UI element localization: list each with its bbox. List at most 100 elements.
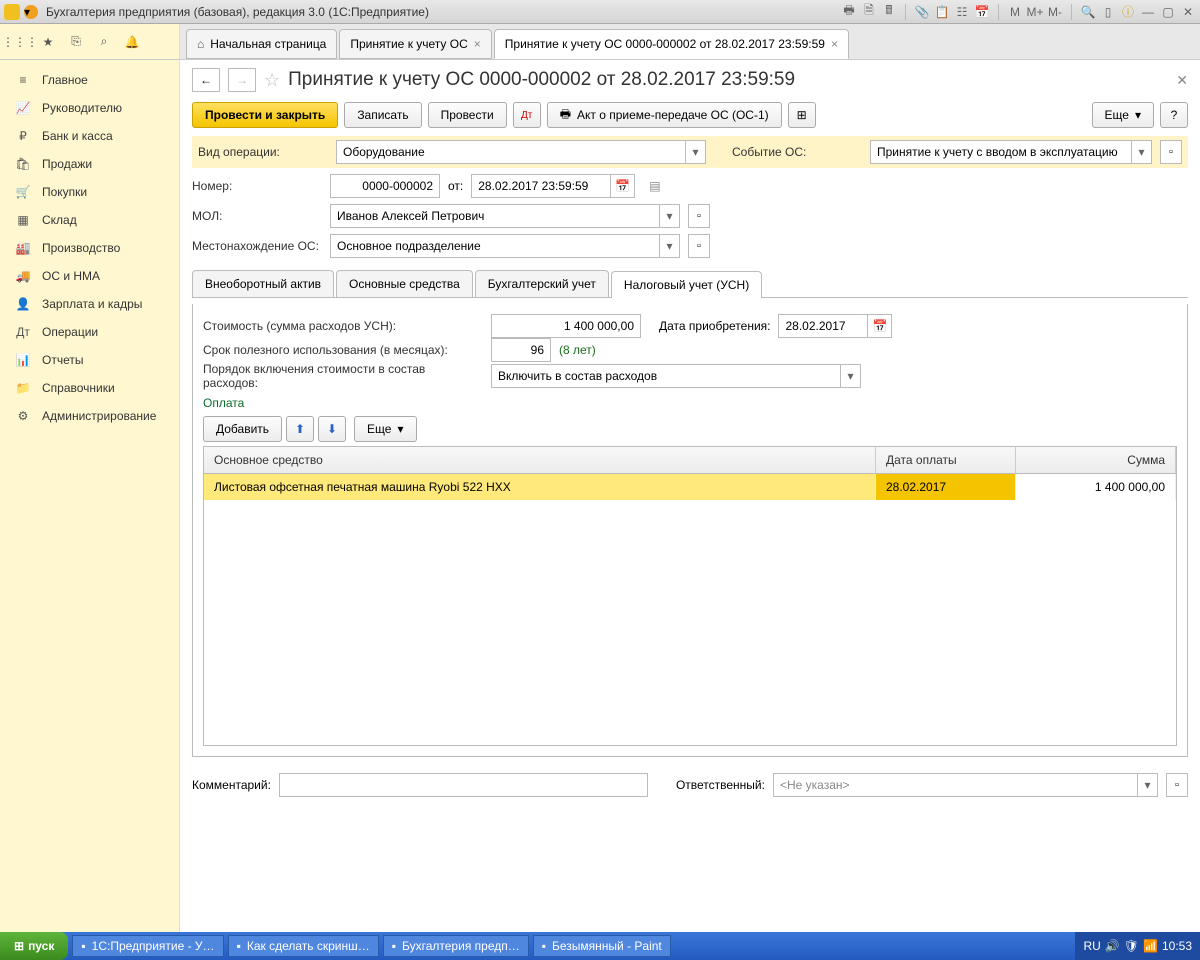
help-button[interactable]: ? — [1160, 102, 1188, 128]
form-tab[interactable]: Внеоборотный актив — [192, 270, 334, 297]
approve-close-button[interactable]: Провести и закрыть — [192, 102, 338, 128]
titlebar-icon[interactable]: ☷ — [954, 4, 970, 20]
panel-icon[interactable]: ▯ — [1100, 4, 1116, 20]
start-button[interactable]: ⊞ пуск — [0, 932, 68, 960]
zoom-icon[interactable]: 🔍 — [1080, 4, 1096, 20]
tab-doc-list[interactable]: Принятие к учету ОС × — [339, 29, 491, 59]
page-close-icon[interactable]: ✕ — [1176, 72, 1188, 89]
input-number[interactable] — [330, 174, 440, 198]
open-mol-button[interactable]: ▫ — [688, 204, 710, 228]
help-icon[interactable]: ⓘ — [1120, 4, 1136, 20]
open-location-button[interactable]: ▫ — [688, 234, 710, 258]
input-acq-date[interactable]: 📅 — [778, 314, 892, 338]
open-responsible-button[interactable]: ▫ — [1166, 773, 1188, 797]
table-more-button[interactable]: Еще ▾ — [354, 416, 416, 442]
taskbar-task[interactable]: ▪Как сделать скринш… — [228, 935, 379, 957]
form-tab[interactable]: Налоговый учет (УСН) — [611, 271, 762, 298]
clock[interactable]: 10:53 — [1162, 939, 1192, 953]
input-useful-life[interactable] — [491, 338, 551, 362]
sidebar-item[interactable]: ≡Главное — [0, 66, 179, 94]
taskbar-task[interactable]: ▪Безымянный - Paint — [533, 935, 671, 957]
tab-doc-current[interactable]: Принятие к учету ОС 0000-000002 от 28.02… — [494, 29, 849, 59]
sidebar-item[interactable]: 🏭Производство — [0, 234, 179, 262]
spreadsheet-icon[interactable]: ▤ — [649, 179, 660, 193]
window-menu-icon[interactable]: ▾ — [24, 5, 38, 19]
approve-button[interactable]: Провести — [428, 102, 507, 128]
titlebar-icon[interactable]: 🖶 — [841, 4, 857, 20]
sidebar-item[interactable]: ₽Банк и касса — [0, 122, 179, 150]
cell-pay-date[interactable]: 28.02.2017 — [876, 474, 1016, 500]
sidebar-item[interactable]: ⚙Администрирование — [0, 402, 179, 430]
select-responsible[interactable]: <Не указан> ▾ — [773, 773, 1158, 797]
calendar-icon[interactable]: 📅 — [974, 4, 990, 20]
maximize-icon[interactable]: ▢ — [1160, 4, 1176, 20]
tray-icon[interactable]: 🔊 — [1105, 939, 1120, 953]
tray-icon[interactable]: 🛡 — [1124, 939, 1139, 953]
move-down-button[interactable]: ⬇ — [318, 416, 346, 442]
grid-row[interactable]: Листовая офсетная печатная машина Ryobi … — [204, 474, 1176, 500]
chevron-down-icon[interactable]: ▾ — [1131, 141, 1151, 163]
search-icon[interactable]: ⌕ — [94, 32, 114, 52]
close-icon[interactable]: ✕ — [1180, 4, 1196, 20]
memory-mminus[interactable]: M- — [1047, 4, 1063, 20]
chevron-down-icon[interactable]: ▾ — [659, 205, 679, 227]
apps-icon[interactable]: ⋮⋮⋮ — [10, 32, 30, 52]
form-tab[interactable]: Основные средства — [336, 270, 473, 297]
nav-forward-button[interactable]: → — [228, 68, 256, 92]
memory-mplus[interactable]: M+ — [1027, 4, 1043, 20]
taskbar-task[interactable]: ▪Бухгалтерия предп… — [383, 935, 529, 957]
taskbar-task[interactable]: ▪1С:Предприятие - У… — [72, 935, 223, 957]
bell-icon[interactable]: 🔔 — [122, 32, 142, 52]
minimize-icon[interactable]: — — [1140, 4, 1156, 20]
structure-button[interactable]: ⊞ — [788, 102, 816, 128]
nav-back-button[interactable]: ← — [192, 68, 220, 92]
input-date[interactable]: 📅 — [471, 174, 635, 198]
sidebar-item[interactable]: ДтОперации — [0, 318, 179, 346]
tab-close-icon[interactable]: × — [474, 37, 481, 51]
col-pay-date[interactable]: Дата оплаты — [876, 447, 1016, 473]
col-sum[interactable]: Сумма — [1016, 447, 1176, 473]
open-event-button[interactable]: ▫ — [1160, 140, 1182, 164]
more-button[interactable]: Еще ▾ — [1092, 102, 1154, 128]
sidebar-item[interactable]: 📁Справочники — [0, 374, 179, 402]
copy-icon[interactable]: ⎘ — [66, 32, 86, 52]
star-icon[interactable]: ★ — [38, 32, 58, 52]
favorite-icon[interactable]: ☆ — [264, 70, 280, 91]
sidebar-item[interactable]: 🛒Покупки — [0, 178, 179, 206]
chevron-down-icon[interactable]: ▾ — [840, 365, 860, 387]
titlebar-icon[interactable]: 🗎 — [861, 4, 877, 20]
dtkt-button[interactable]: Дт — [513, 102, 541, 128]
select-location[interactable]: Основное подразделение ▾ — [330, 234, 680, 258]
payments-grid[interactable]: Основное средство Дата оплаты Сумма Лист… — [203, 446, 1177, 746]
memory-m[interactable]: M — [1007, 4, 1023, 20]
select-order[interactable]: Включить в состав расходов ▾ — [491, 364, 861, 388]
titlebar-icon[interactable]: 📋 — [934, 4, 950, 20]
tab-home[interactable]: ⌂ Начальная страница — [186, 29, 337, 59]
move-up-button[interactable]: ⬆ — [286, 416, 314, 442]
save-button[interactable]: Записать — [344, 102, 421, 128]
tab-close-icon[interactable]: × — [831, 37, 838, 51]
chevron-down-icon[interactable]: ▾ — [659, 235, 679, 257]
sidebar-item[interactable]: 📊Отчеты — [0, 346, 179, 374]
sidebar-item[interactable]: 🚚ОС и НМА — [0, 262, 179, 290]
sidebar-item[interactable]: 🛍Продажи — [0, 150, 179, 178]
sidebar-item[interactable]: 👤Зарплата и кадры — [0, 290, 179, 318]
titlebar-icon[interactable]: 🖩 — [881, 4, 897, 20]
tray-icon[interactable]: 📶 — [1143, 939, 1158, 953]
add-button[interactable]: Добавить — [203, 416, 282, 442]
select-event[interactable]: Принятие к учету с вводом в эксплуатацию… — [870, 140, 1152, 164]
sidebar-item[interactable]: 📈Руководителю — [0, 94, 179, 122]
chevron-down-icon[interactable]: ▾ — [1137, 774, 1157, 796]
sidebar-item[interactable]: ▦Склад — [0, 206, 179, 234]
col-asset[interactable]: Основное средство — [204, 447, 876, 473]
select-op-type[interactable]: Оборудование ▾ — [336, 140, 706, 164]
input-cost[interactable] — [491, 314, 641, 338]
titlebar-icon[interactable]: 📎 — [914, 4, 930, 20]
select-mol[interactable]: Иванов Алексей Петрович ▾ — [330, 204, 680, 228]
act-button[interactable]: 🖶 Акт о приеме-передаче ОС (ОС-1) — [547, 102, 782, 128]
input-comment[interactable] — [279, 773, 648, 797]
form-tab[interactable]: Бухгалтерский учет — [475, 270, 609, 297]
calendar-icon[interactable]: 📅 — [868, 314, 892, 338]
chevron-down-icon[interactable]: ▾ — [685, 141, 705, 163]
lang-indicator[interactable]: RU — [1083, 939, 1100, 953]
